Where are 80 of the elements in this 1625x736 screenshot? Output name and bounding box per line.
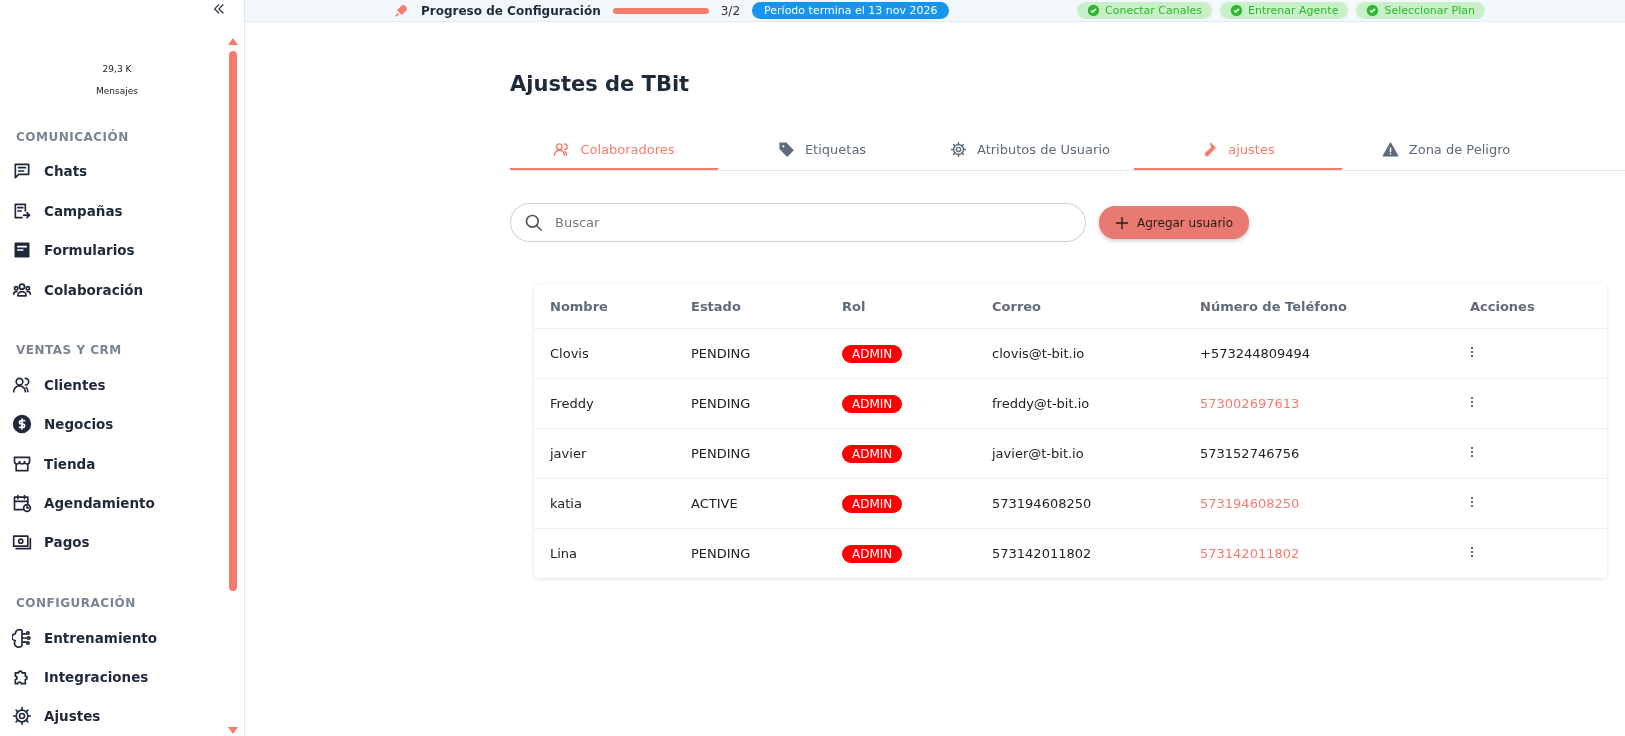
role-badge: ADMIN bbox=[842, 345, 903, 363]
table-cell-text: freddy@t-bit.io bbox=[992, 396, 1091, 411]
collapse-icon[interactable] bbox=[212, 2, 226, 16]
sidebar-item[interactable]: Clientes bbox=[12, 365, 244, 405]
warning-icon bbox=[1381, 140, 1399, 158]
sidebar-item[interactable]: Pagos bbox=[12, 522, 244, 562]
table-cell-text: Freddy bbox=[550, 396, 595, 411]
tab[interactable]: Zona de Peligro bbox=[1342, 130, 1550, 170]
sidebar-item[interactable]: Colaboración bbox=[12, 269, 244, 310]
sidebar-item[interactable]: Chats bbox=[12, 151, 244, 192]
table-cell-text: ACTIVE bbox=[691, 496, 739, 511]
message-label: Mensajes bbox=[96, 85, 138, 96]
table-cell-text: 573152746756 bbox=[1200, 446, 1301, 461]
tag-icon bbox=[777, 140, 795, 158]
plus-icon bbox=[1115, 215, 1129, 230]
progress-count: 3/2 bbox=[720, 3, 741, 18]
table-cell-text: javier bbox=[550, 446, 588, 461]
dollar-icon bbox=[12, 414, 32, 435]
role-badge: ADMIN bbox=[842, 545, 903, 563]
sidebar-item[interactable]: Campañas bbox=[12, 191, 244, 231]
brain-icon bbox=[12, 627, 32, 648]
column-header: Nombre bbox=[550, 298, 609, 314]
chat-icon bbox=[12, 161, 32, 182]
more-icon[interactable] bbox=[1470, 496, 1474, 508]
table-cell-text: PENDING bbox=[691, 346, 752, 361]
column-header: Rol bbox=[842, 298, 867, 314]
table-cell-text: Lina bbox=[550, 546, 579, 561]
table-cell-text: clovis@t-bit.io bbox=[992, 346, 1086, 361]
section-title: COMUNICACIÓN bbox=[16, 129, 130, 144]
column-header: Acciones bbox=[1470, 298, 1536, 314]
sidebar-item[interactable]: Ajustes bbox=[12, 696, 244, 736]
search-field[interactable]: Buscar bbox=[510, 203, 1086, 242]
more-icon[interactable] bbox=[1470, 546, 1474, 558]
section-title: CONFIGURACIÓN bbox=[16, 596, 137, 610]
table-cell-text: 573142011802 bbox=[992, 546, 1093, 561]
add-user-button[interactable]: Agregar usuario bbox=[1099, 206, 1250, 239]
step-badge: Entrenar Agente bbox=[1220, 2, 1349, 19]
progress-label: Progreso de Configuración bbox=[421, 3, 601, 18]
sidebar-item[interactable]: Integraciones bbox=[12, 657, 244, 697]
table-cell-text: Clovis bbox=[550, 346, 590, 361]
tab[interactable]: Etiquetas bbox=[718, 130, 926, 170]
table-cell-text: PENDING bbox=[691, 396, 752, 411]
table-cell-text: 573142011802 bbox=[1200, 546, 1301, 561]
users-icon bbox=[553, 140, 571, 158]
table-cell-text: 573194608250 bbox=[1200, 496, 1301, 511]
section-title: VENTAS Y CRM bbox=[16, 343, 123, 358]
step-badge: Conectar Canales bbox=[1077, 2, 1213, 19]
page-title: Ajustes de TBit bbox=[510, 72, 691, 96]
step-badge: Seleccionar Plan bbox=[1356, 2, 1485, 19]
scrollbar[interactable] bbox=[228, 38, 238, 734]
tab[interactable]: Atributos de Usuario bbox=[926, 130, 1134, 170]
table-cell-text: katia bbox=[550, 496, 583, 511]
gear-icon bbox=[12, 706, 32, 727]
period-badge: Período termina el 13 nov 2026 bbox=[752, 2, 950, 19]
form-icon bbox=[12, 240, 32, 261]
more-icon[interactable] bbox=[1470, 346, 1474, 358]
table-cell-text: PENDING bbox=[691, 446, 752, 461]
sidebar-item[interactable]: Negocios bbox=[12, 404, 244, 444]
table-cell-text: 573194608250 bbox=[992, 496, 1093, 511]
more-icon[interactable] bbox=[1470, 446, 1474, 458]
more-icon[interactable] bbox=[1470, 396, 1474, 408]
role-badge: ADMIN bbox=[842, 395, 903, 413]
calendar-icon bbox=[12, 492, 32, 513]
column-header: Correo bbox=[992, 298, 1043, 314]
table-cell-text: PENDING bbox=[691, 546, 752, 561]
sidebar-item[interactable]: Entrenamiento bbox=[12, 618, 244, 658]
column-header: Número de Teléfono bbox=[1200, 298, 1349, 314]
sidebar-item[interactable]: Agendamiento bbox=[12, 483, 244, 523]
sidebar-item[interactable]: Formularios bbox=[12, 230, 244, 270]
search-icon bbox=[524, 213, 544, 233]
role-badge: ADMIN bbox=[842, 495, 903, 513]
table-cell-text: 573002697613 bbox=[1200, 396, 1301, 411]
column-header: Estado bbox=[691, 298, 742, 314]
table-cell-text: javier@t-bit.io bbox=[992, 446, 1085, 461]
gear-icon bbox=[950, 140, 967, 158]
money-icon bbox=[12, 532, 32, 553]
table-cell-text: +573244809494 bbox=[1200, 346, 1312, 361]
sidebar-item[interactable]: Tienda bbox=[12, 443, 244, 484]
role-badge: ADMIN bbox=[842, 445, 903, 463]
message-count: 29,3 K bbox=[102, 63, 132, 74]
